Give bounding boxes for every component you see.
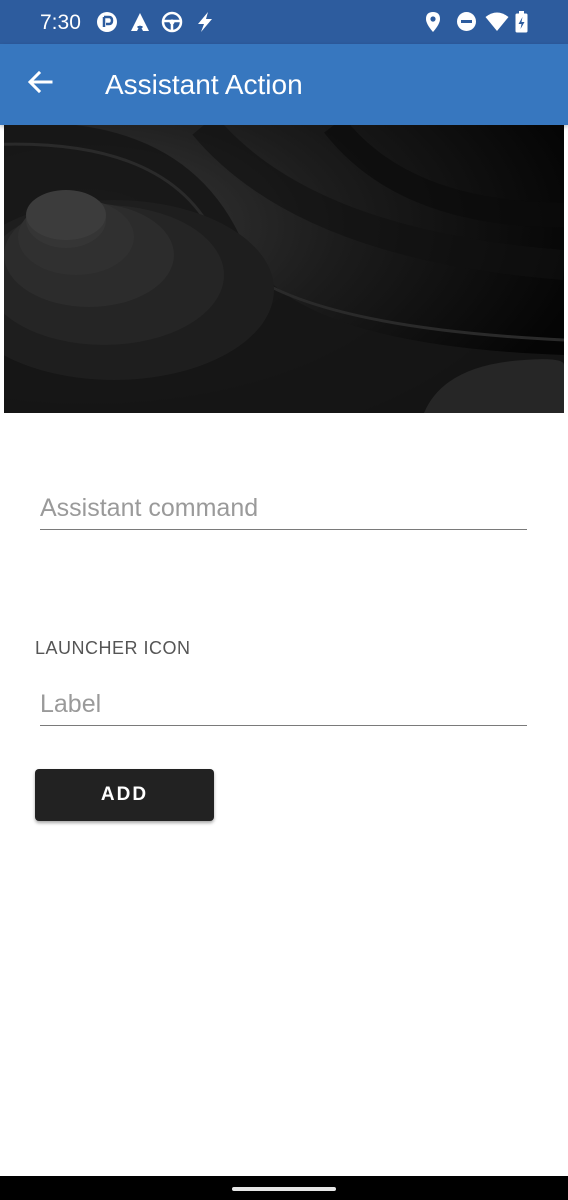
location-pin-icon <box>424 11 442 38</box>
add-button[interactable]: ADD <box>35 769 214 821</box>
label-placeholder: Label <box>40 690 102 718</box>
status-time: 7:30 <box>40 11 81 34</box>
battery-charging-icon <box>515 11 528 38</box>
navigation-bar <box>0 1176 568 1200</box>
page-title: Assistant Action <box>105 69 303 100</box>
do-not-disturb-icon <box>456 11 477 37</box>
label-input[interactable]: Label <box>40 690 527 726</box>
back-button[interactable] <box>16 60 64 108</box>
wifi-icon <box>485 11 509 37</box>
arrow-back-icon <box>27 69 53 100</box>
hero-image <box>4 125 564 413</box>
assistant-command-placeholder: Assistant command <box>40 494 259 522</box>
status-bar: 7:30 <box>0 0 568 44</box>
home-gesture-handle[interactable] <box>232 1187 336 1191</box>
steering-wheel-icon <box>161 11 183 38</box>
assistant-a-icon <box>129 11 151 38</box>
bolt-icon <box>195 11 215 38</box>
notification-app-icon <box>96 11 118 38</box>
assistant-command-input[interactable]: Assistant command <box>40 494 527 530</box>
launcher-icon-label: LAUNCHER ICON <box>35 638 191 658</box>
app-bar: Assistant Action <box>0 44 568 125</box>
add-button-label: ADD <box>100 784 149 805</box>
